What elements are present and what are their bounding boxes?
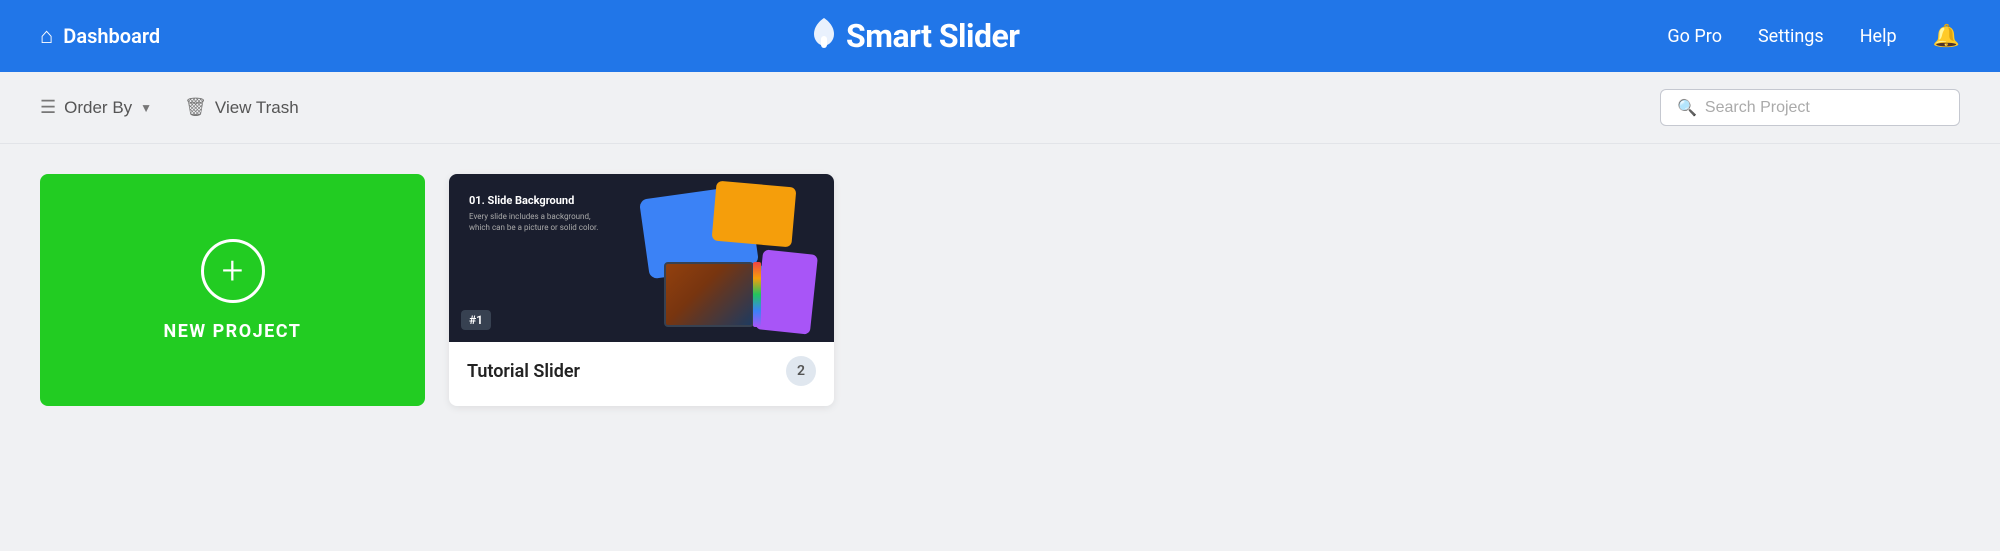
view-trash-label: View Trash xyxy=(215,98,299,118)
toolbar-left: ☰ Order By ▼ 🗑 View Trash xyxy=(40,97,299,118)
thumbnail-content: 01. Slide Background Every slide include… xyxy=(449,174,834,342)
dashboard-nav[interactable]: ⌂ Dashboard xyxy=(40,23,160,49)
help-button[interactable]: Help xyxy=(1860,26,1897,47)
thumb-desc: Every slide includes a background, which… xyxy=(469,211,609,233)
slider-card-footer: Tutorial Slider 2 xyxy=(449,342,834,400)
go-pro-button[interactable]: Go Pro xyxy=(1667,26,1722,47)
thumb-title: 01. Slide Background xyxy=(469,194,609,207)
thumb-text-area: 01. Slide Background Every slide include… xyxy=(469,194,609,233)
thumb-deco-purple xyxy=(755,249,818,334)
slide-number-badge: #1 xyxy=(461,310,491,330)
search-box[interactable]: 🔍 xyxy=(1660,89,1960,126)
toolbar: ☰ Order By ▼ 🗑 View Trash 🔍 xyxy=(0,72,2000,144)
logo-area: Smart Slider xyxy=(808,17,1019,55)
slider-thumbnail: 01. Slide Background Every slide include… xyxy=(449,174,834,342)
new-project-card[interactable]: + NEW PROJECT xyxy=(40,174,425,406)
notification-bell-icon[interactable]: 🔔 xyxy=(1933,24,1960,49)
view-trash-button[interactable]: 🗑 View Trash xyxy=(184,97,299,118)
project-grid: + NEW PROJECT 01. Slide Background Every… xyxy=(0,144,2000,436)
search-icon: 🔍 xyxy=(1677,98,1697,117)
thumb-deco-orange xyxy=(712,181,797,248)
search-input[interactable] xyxy=(1705,99,1943,117)
add-icon: + xyxy=(201,239,265,303)
dropdown-arrow-icon: ▼ xyxy=(140,101,152,115)
slide-count-badge: 2 xyxy=(786,356,816,386)
header-nav: Go Pro Settings Help 🔔 xyxy=(1667,24,1960,49)
trash-icon: 🗑 xyxy=(184,97,207,118)
thumb-photo xyxy=(664,262,754,327)
slider-name: Tutorial Slider xyxy=(467,361,580,382)
app-header: ⌂ Dashboard Smart Slider Go Pro Settings… xyxy=(0,0,2000,72)
logo-text: Smart Slider xyxy=(846,17,1019,55)
app-logo: Smart Slider xyxy=(808,17,1019,55)
home-icon: ⌂ xyxy=(40,23,53,49)
dashboard-label[interactable]: Dashboard xyxy=(63,24,160,48)
logo-icon xyxy=(808,18,840,54)
order-by-icon: ☰ xyxy=(40,97,56,118)
order-by-button[interactable]: ☰ Order By ▼ xyxy=(40,97,152,118)
new-project-label: NEW PROJECT xyxy=(164,321,302,342)
order-by-label: Order By xyxy=(64,98,132,118)
thumb-color-bar xyxy=(753,262,761,327)
settings-button[interactable]: Settings xyxy=(1758,26,1824,47)
slider-card[interactable]: 01. Slide Background Every slide include… xyxy=(449,174,834,406)
